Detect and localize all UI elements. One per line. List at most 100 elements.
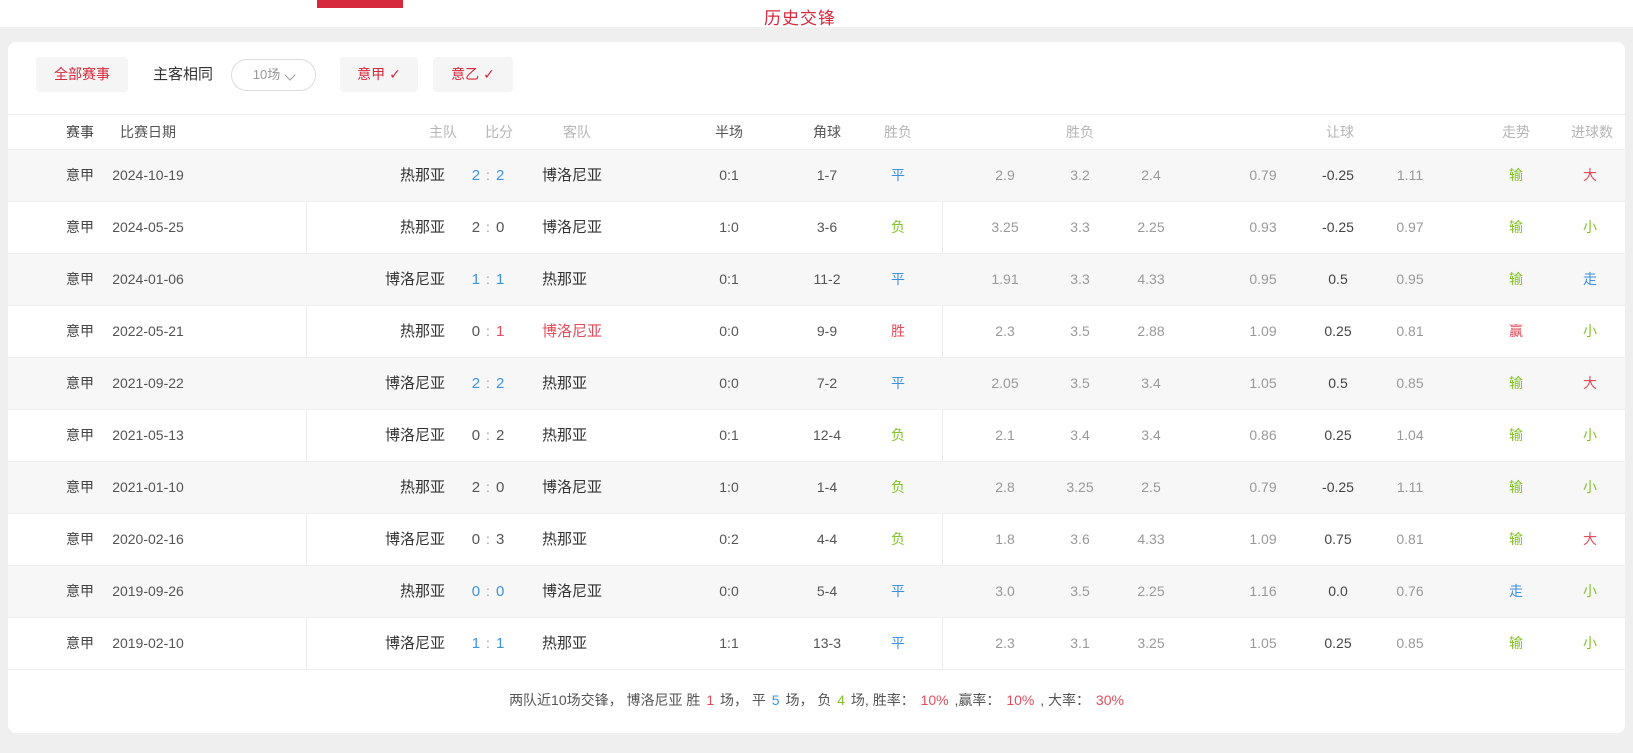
serie-a-filter-button[interactable]: 意甲✓ (340, 57, 418, 92)
handicap-odds-cell: 1.05 (1249, 618, 1276, 669)
handicap-odds-cell: 0.97 (1396, 202, 1423, 253)
away-score: 2 (496, 427, 504, 444)
odds-cell: 2.3 (995, 306, 1014, 357)
home-score: 1 (472, 635, 480, 652)
table-row: 意甲2024-05-25热那亚2:0博洛尼亚1:03-6负3.253.32.25… (8, 202, 1625, 254)
score-cell: 1:1 (472, 254, 505, 305)
goals-cell: 大 (1583, 514, 1597, 565)
header-score: 比分 (485, 115, 513, 149)
match-count-dropdown[interactable]: 10场 (231, 59, 316, 91)
odds-cell: 3.5 (1070, 566, 1089, 617)
handicap-line-cell: 0.75 (1324, 514, 1351, 565)
corners-cell: 1-4 (817, 462, 837, 513)
goals-cell: 小 (1583, 566, 1597, 617)
halftime-cell: 0:1 (719, 150, 738, 201)
odds-cell: 3.5 (1070, 306, 1089, 357)
score-cell: 1:1 (472, 618, 505, 669)
score-colon: : (486, 427, 490, 443)
chevron-down-icon (285, 69, 296, 80)
odds-cell: 3.0 (995, 566, 1014, 617)
away-score: 2 (496, 375, 504, 392)
corners-cell: 4-4 (817, 514, 837, 565)
league-cell: 意甲 (66, 462, 94, 513)
odds-cell: 2.8 (995, 462, 1014, 513)
halftime-cell: 0:0 (719, 358, 738, 409)
score-cell: 2:2 (472, 150, 505, 201)
score-colon: : (486, 375, 490, 391)
corners-cell: 13-3 (813, 618, 841, 669)
trend-cell: 走 (1509, 566, 1523, 617)
away-score: 0 (496, 479, 504, 496)
score-cell: 0:1 (472, 306, 505, 357)
handicap-line-cell: -0.25 (1322, 150, 1354, 201)
handicap-line-cell: 0.25 (1324, 618, 1351, 669)
away-score: 1 (496, 323, 504, 340)
result-cell: 胜 (891, 306, 905, 357)
table-row: 意甲2020-02-16博洛尼亚0:3热那亚0:24-4负1.83.64.331… (8, 514, 1625, 566)
odds-cell: 2.5 (1141, 462, 1160, 513)
odds-cell: 3.4 (1141, 358, 1160, 409)
away-team: 热那亚 (542, 410, 587, 461)
trend-cell: 输 (1509, 410, 1523, 461)
summary-segment: , 大率： (1036, 692, 1094, 708)
away-team: 热那亚 (542, 514, 587, 565)
home-team: 热那亚 (265, 462, 445, 513)
score-colon: : (486, 219, 490, 235)
away-team: 热那亚 (542, 618, 587, 669)
away-team: 博洛尼亚 (542, 306, 602, 357)
trend-cell: 输 (1509, 358, 1523, 409)
score-colon: : (486, 531, 490, 547)
odds-cell: 2.9 (995, 150, 1014, 201)
date-cell: 2021-09-22 (112, 358, 184, 409)
odds-cell: 2.25 (1137, 202, 1164, 253)
odds-cell: 3.3 (1070, 202, 1089, 253)
check-icon: ✓ (389, 66, 401, 82)
summary-segment: 场， 负 (782, 692, 836, 708)
odds-cell: 3.1 (1070, 618, 1089, 669)
halftime-cell: 1:1 (719, 618, 738, 669)
score-colon: : (486, 323, 490, 339)
odds-cell: 3.25 (1137, 618, 1164, 669)
halftime-cell: 1:0 (719, 202, 738, 253)
home-score: 2 (472, 167, 480, 184)
halftime-cell: 0:2 (719, 514, 738, 565)
date-cell: 2021-05-13 (112, 410, 184, 461)
goals-cell: 小 (1583, 306, 1597, 357)
serie-a-label: 意甲 (357, 66, 385, 82)
header-trend: 走势 (1502, 115, 1530, 149)
header-goals: 进球数 (1571, 115, 1613, 149)
halftime-cell: 0:0 (719, 566, 738, 617)
same-home-away-option[interactable]: 主客相同 (153, 57, 213, 92)
corners-cell: 7-2 (817, 358, 837, 409)
handicap-odds-cell: 1.11 (1397, 150, 1423, 201)
summary-segment: 4 (837, 692, 845, 708)
header-away: 客队 (563, 115, 591, 149)
handicap-odds-cell: 1.16 (1249, 566, 1276, 617)
result-cell: 平 (891, 618, 905, 669)
header-odds: 胜负 (1066, 115, 1094, 149)
summary-segment: 30% (1096, 692, 1124, 708)
away-team: 热那亚 (542, 358, 587, 409)
home-team: 博洛尼亚 (265, 618, 445, 669)
table-header: 赛事 比赛日期 主队 比分 客队 半场 角球 胜负 胜负 让球 走势 进球数 (8, 115, 1625, 150)
handicap-odds-cell: 0.86 (1249, 410, 1276, 461)
summary-text: 两队近10场交锋， 博洛尼亚 胜 1 场， 平 5 场， 负 4 场, 胜率： … (8, 670, 1625, 730)
home-score: 0 (472, 531, 480, 548)
league-cell: 意甲 (66, 410, 94, 461)
home-score: 2 (472, 375, 480, 392)
odds-cell: 1.91 (991, 254, 1018, 305)
handicap-odds-cell: 0.79 (1249, 150, 1276, 201)
page-title: 历史交锋 (0, 4, 1600, 29)
halftime-cell: 0:1 (719, 410, 738, 461)
trend-cell: 输 (1509, 462, 1523, 513)
odds-cell: 2.05 (991, 358, 1018, 409)
header-handicap: 让球 (1326, 115, 1354, 149)
result-cell: 负 (891, 462, 905, 513)
halftime-cell: 0:0 (719, 306, 738, 357)
away-team: 博洛尼亚 (542, 202, 602, 253)
home-team: 热那亚 (265, 202, 445, 253)
all-matches-button[interactable]: 全部赛事 (36, 57, 128, 92)
serie-b-filter-button[interactable]: 意乙✓ (433, 57, 513, 92)
away-score: 1 (496, 635, 504, 652)
all-matches-label: 全部赛事 (54, 66, 110, 82)
